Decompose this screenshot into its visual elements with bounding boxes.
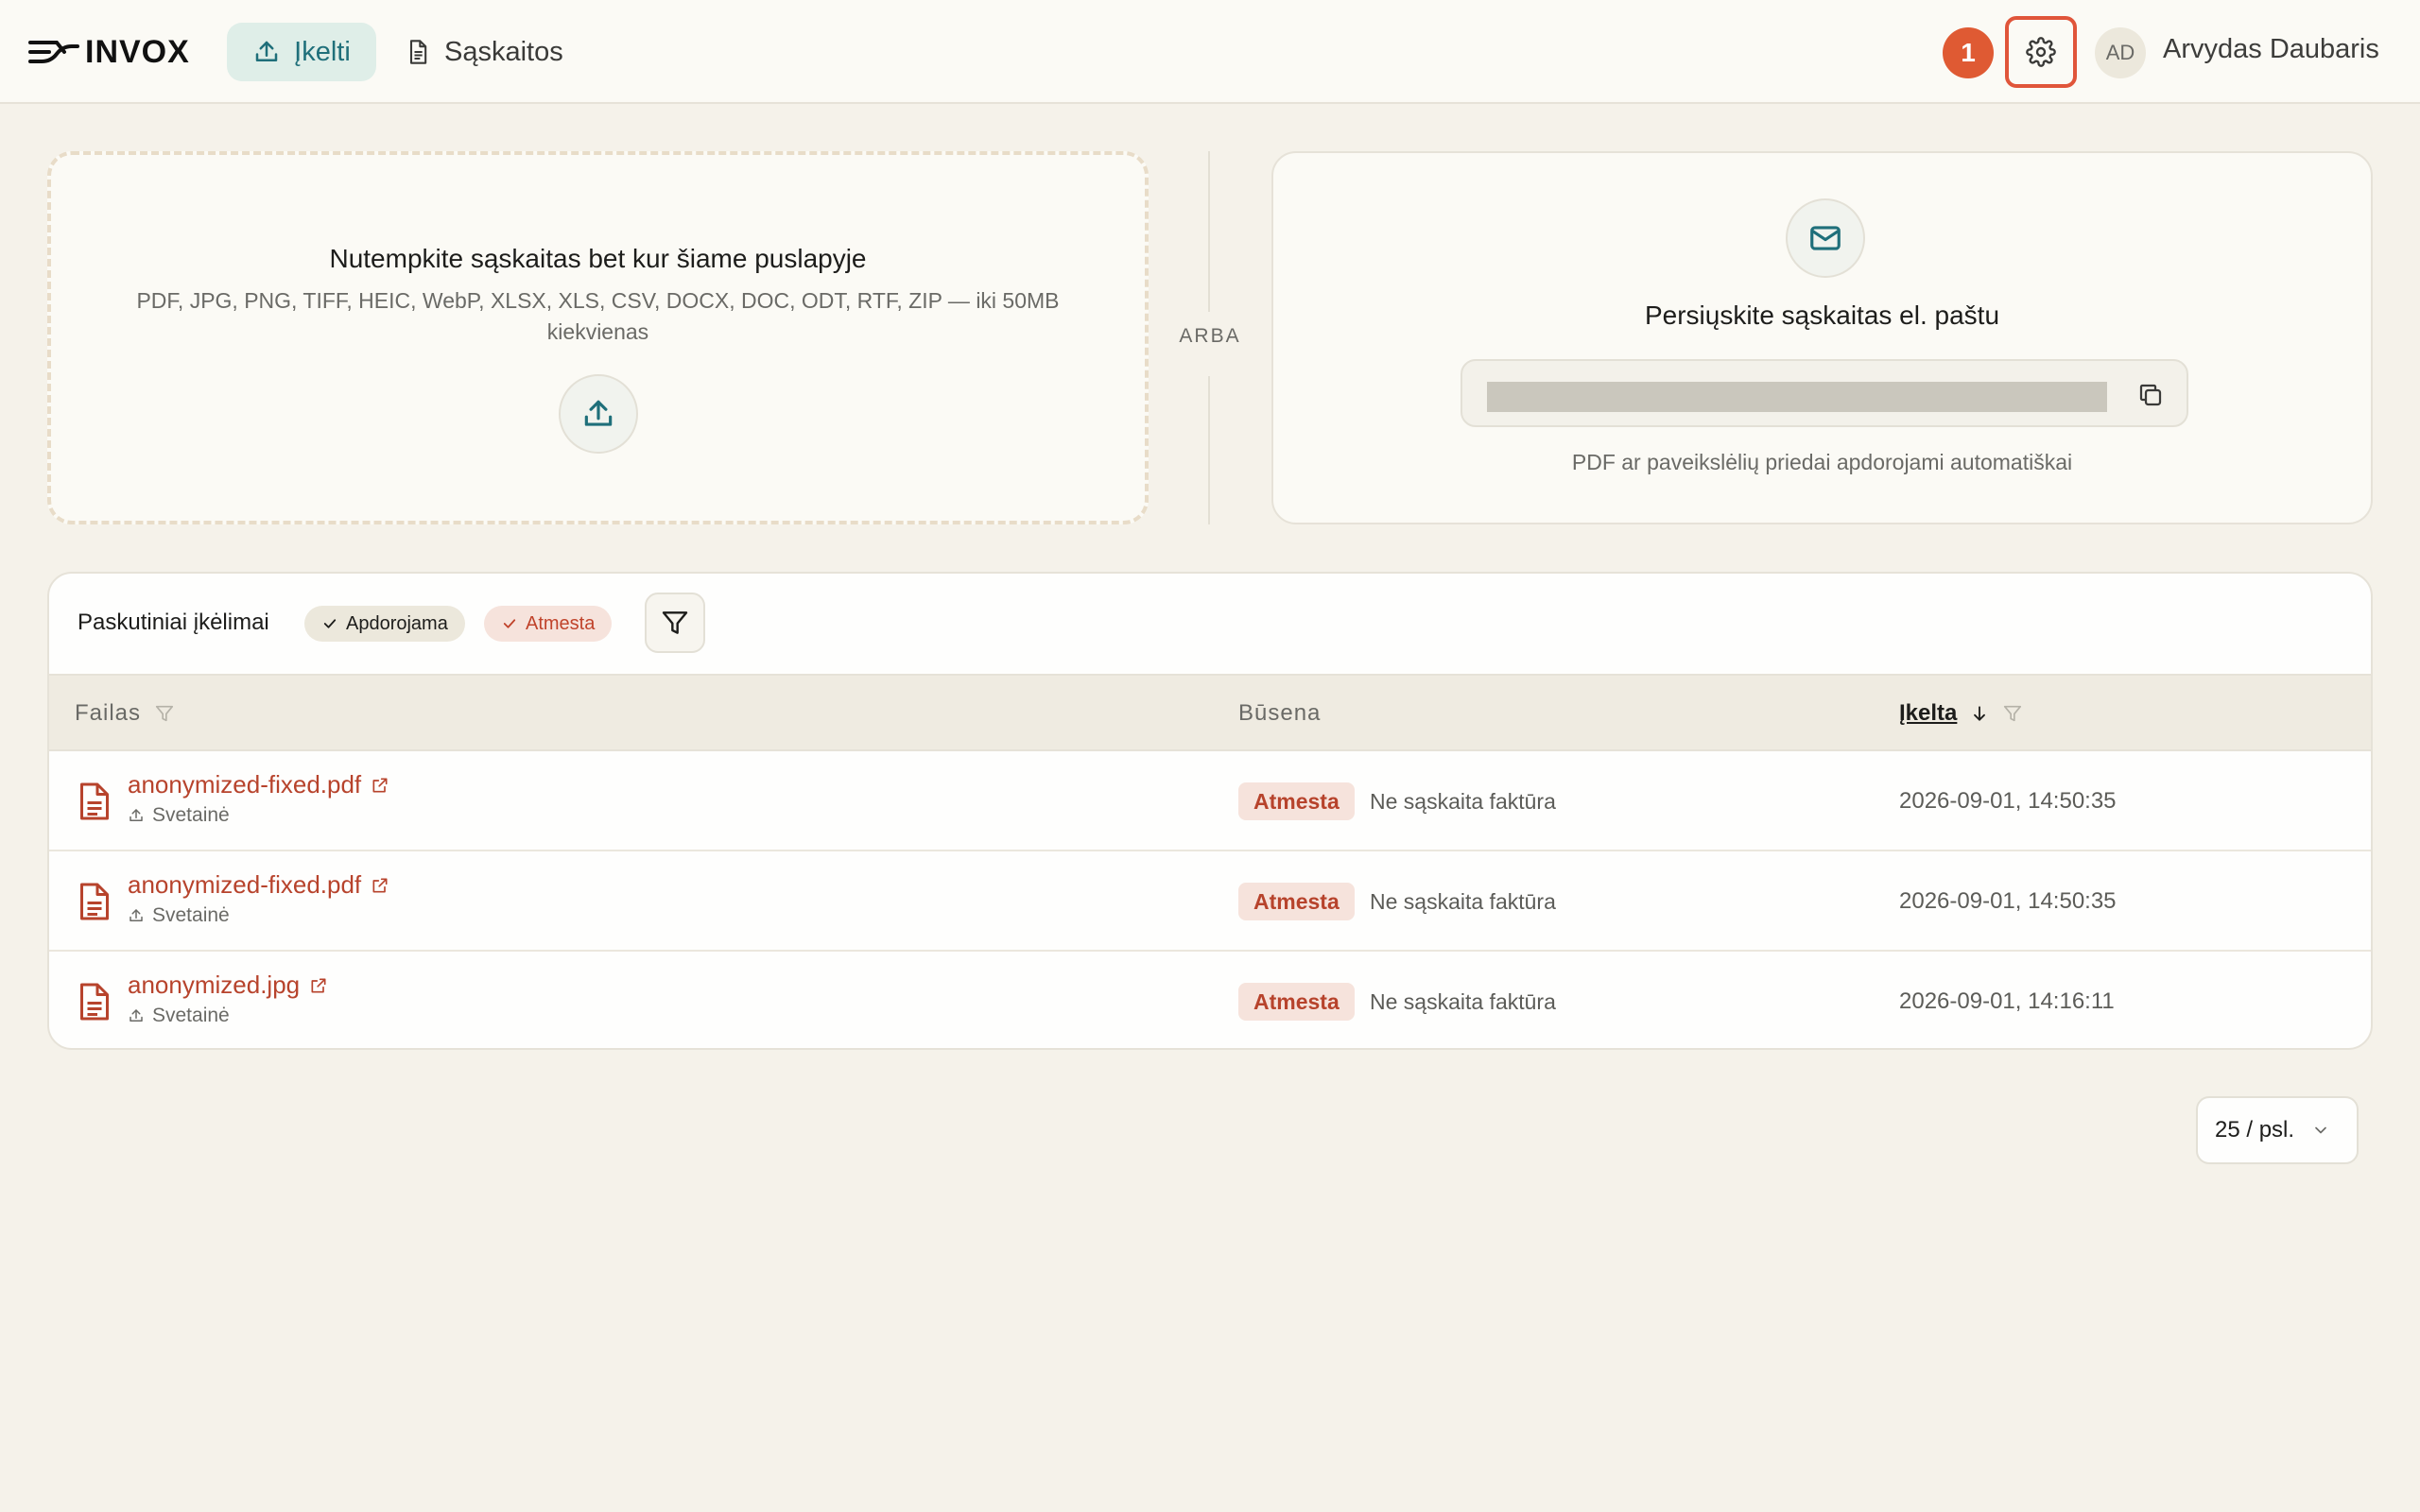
- recent-uploads-panel: Paskutiniai įkėlimai Apdorojama Atmesta …: [47, 572, 2373, 1050]
- column-header-file[interactable]: Failas: [75, 700, 175, 727]
- file-source: Svetainė: [128, 904, 230, 927]
- column-header-label: Būsena: [1238, 700, 1322, 726]
- upload-icon: [128, 907, 145, 924]
- file-link[interactable]: anonymized-fixed.pdf: [128, 770, 389, 799]
- file-link[interactable]: anonymized-fixed.pdf: [128, 870, 389, 900]
- divider-line: [1208, 376, 1210, 524]
- column-header-uploaded[interactable]: Įkelta: [1899, 700, 2023, 727]
- table-row[interactable]: anonymized.jpg Svetainė Atmesta Ne sąska…: [49, 952, 2371, 1048]
- column-header-label: Failas: [75, 700, 142, 726]
- email-address-field[interactable]: [1461, 359, 2188, 427]
- column-header-status: Būsena: [1238, 700, 1321, 727]
- filter-icon[interactable]: [154, 703, 175, 724]
- status-badge: Atmesta: [1238, 883, 1355, 920]
- upload-dropzone[interactable]: Nutempkite sąskaitas bet kur šiame pusla…: [47, 151, 1149, 524]
- upload-icon: [580, 396, 616, 432]
- external-link-icon: [371, 776, 389, 795]
- chevron-down-icon: [2311, 1121, 2330, 1140]
- file-name: anonymized-fixed.pdf: [128, 770, 362, 799]
- nav-tab-upload[interactable]: Įkelti: [227, 23, 376, 81]
- uploaded-timestamp: 2026-09-01, 14:50:35: [1899, 888, 2117, 914]
- status-badge: Atmesta: [1238, 983, 1355, 1021]
- status-reason: Ne sąskaita faktūra: [1370, 889, 1556, 914]
- status-badge: Atmesta: [1238, 782, 1355, 820]
- uploaded-timestamp: 2026-09-01, 14:16:11: [1899, 988, 2115, 1014]
- file-source-label: Svetainė: [152, 804, 230, 826]
- invox-logo-icon: [28, 35, 79, 69]
- upload-icon: [252, 38, 281, 66]
- page-size-value: 25 / psl.: [2215, 1117, 2295, 1143]
- file-source-label: Svetainė: [152, 1005, 230, 1026]
- uploads-toolbar: Paskutiniai įkėlimai Apdorojama Atmesta: [49, 574, 2371, 674]
- column-header-label[interactable]: Įkelta: [1899, 700, 1957, 727]
- nav-tab-invoices-label: Sąskaitos: [444, 36, 563, 67]
- sort-down-icon[interactable]: [1970, 703, 1989, 724]
- external-link-icon: [371, 876, 389, 895]
- email-forward-card: Persiųskite sąskaitas el. paštu PDF ar p…: [1271, 151, 2373, 524]
- file-icon: [78, 882, 112, 921]
- filter-icon: [660, 608, 690, 638]
- settings-button[interactable]: [2005, 16, 2077, 88]
- mail-icon-circle: [1786, 198, 1865, 278]
- notification-badge[interactable]: 1: [1943, 27, 1994, 78]
- page-size-select[interactable]: 25 / psl.: [2196, 1096, 2359, 1164]
- copy-icon: [2136, 381, 2165, 409]
- nav-tab-upload-label: Įkelti: [294, 36, 351, 67]
- logo[interactable]: INVOX: [28, 28, 190, 76]
- status-reason: Ne sąskaita faktūra: [1370, 989, 1556, 1014]
- upload-icon: [128, 1007, 145, 1024]
- dropzone-formats: PDF, JPG, PNG, TIFF, HEIC, WebP, XLSX, X…: [136, 288, 1060, 344]
- file-link[interactable]: anonymized.jpg: [128, 971, 328, 1000]
- file-name: anonymized.jpg: [128, 971, 301, 999]
- uploaded-timestamp: 2026-09-01, 14:50:35: [1899, 788, 2117, 814]
- avatar[interactable]: AD: [2095, 27, 2146, 78]
- email-address-redacted: [1487, 382, 2107, 412]
- user-name[interactable]: Arvydas Daubaris: [2163, 34, 2379, 65]
- filter-icon[interactable]: [2002, 703, 2023, 724]
- check-icon: [501, 615, 518, 632]
- nav-tab-invoices[interactable]: Sąskaitos: [405, 23, 563, 81]
- upload-icon: [128, 807, 145, 824]
- file-name: anonymized-fixed.pdf: [128, 870, 362, 899]
- upload-button[interactable]: [558, 374, 638, 454]
- table-row[interactable]: anonymized-fixed.pdf Svetainė Atmesta Ne…: [49, 751, 2371, 851]
- or-divider-text: ARBA: [1179, 325, 1241, 347]
- file-source: Svetainė: [128, 1005, 230, 1027]
- external-link-icon: [309, 976, 328, 995]
- status-reason: Ne sąskaita faktūra: [1370, 789, 1556, 814]
- file-source: Svetainė: [128, 804, 230, 827]
- copy-email-button[interactable]: [2134, 378, 2168, 412]
- check-icon: [321, 615, 338, 632]
- uploads-title: Paskutiniai įkėlimai: [78, 610, 269, 635]
- file-icon: [78, 782, 112, 821]
- file-icon: [78, 982, 112, 1022]
- logo-text: INVOX: [85, 33, 190, 70]
- table-header: Failas Būsena Įkelta: [49, 674, 2371, 751]
- filter-chip-label: Atmesta: [526, 612, 596, 634]
- filter-chip-label: Apdorojama: [346, 612, 448, 634]
- email-card-note: PDF ar paveikslėlių priedai apdorojami a…: [1571, 450, 2073, 474]
- email-card-title: Persiųskite sąskaitas el. paštu: [1644, 301, 2000, 330]
- filter-button[interactable]: [645, 593, 705, 653]
- divider-line: [1208, 151, 1210, 312]
- file-source-label: Svetainė: [152, 904, 230, 926]
- document-icon: [405, 38, 431, 66]
- mail-icon: [1807, 220, 1843, 256]
- filter-chip-processing[interactable]: Apdorojama: [304, 606, 465, 642]
- table-row[interactable]: anonymized-fixed.pdf Svetainė Atmesta Ne…: [49, 851, 2371, 952]
- gear-icon: [2026, 37, 2056, 67]
- dropzone-title: Nutempkite sąskaitas bet kur šiame pusla…: [329, 244, 867, 273]
- filter-chip-rejected[interactable]: Atmesta: [484, 606, 613, 642]
- top-header: INVOX Įkelti Sąskaitos 1 AD Arvydas Daub…: [0, 0, 2420, 104]
